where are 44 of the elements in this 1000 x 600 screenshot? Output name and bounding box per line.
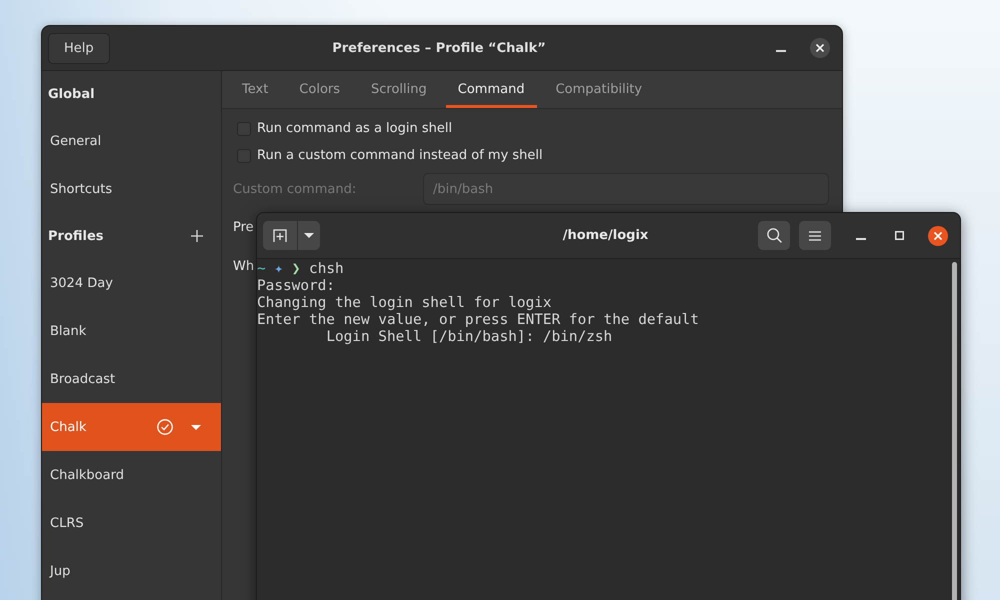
caret-down-icon [304, 233, 314, 238]
tab[interactable]: Scrolling [359, 71, 439, 108]
close-icon[interactable] [810, 38, 830, 58]
sidebar-item[interactable]: Shortcuts [42, 165, 221, 213]
caret-down-icon[interactable] [191, 424, 201, 430]
checkbox-label: Run a custom command instead of my shell [257, 148, 543, 163]
window-title: Preferences – Profile “Chalk” [332, 40, 546, 56]
terminal-output-line: Enter the new value, or press ENTER for the default [257, 312, 699, 329]
dropdown-button[interactable] [298, 221, 320, 250]
tab[interactable]: Colors [287, 71, 352, 108]
terminal-output-line: Login Shell [/bin/bash]: /bin/zsh [325, 329, 612, 346]
checkbox-label: Run command as a login shell [257, 121, 452, 136]
sidebar-item[interactable]: Jup [42, 547, 221, 595]
field-label: Pre [233, 220, 254, 234]
menu-button[interactable] [799, 221, 831, 250]
sidebar-item[interactable]: CLRS [42, 499, 221, 547]
close-icon[interactable] [928, 226, 948, 246]
new-tab-button[interactable] [263, 221, 297, 250]
tab[interactable]: Compatibility [544, 71, 654, 108]
add-icon[interactable] [191, 230, 203, 242]
menu-icon [809, 230, 821, 240]
sidebar-item[interactable]: Blank [42, 307, 221, 355]
tab[interactable]: Command [446, 71, 537, 108]
field-label: Custom command: [233, 182, 358, 196]
sidebar-item[interactable]: Chalkboard [42, 451, 221, 499]
search-button[interactable] [758, 221, 790, 250]
field-label: Wh [233, 258, 254, 274]
tab[interactable]: Text [230, 71, 280, 108]
search-icon [766, 228, 782, 243]
sidebar-item[interactable]: 3024 Day [42, 259, 221, 307]
terminal-output-line: Password: [257, 278, 335, 295]
prompt-line: ~ ✦ ❯ chsh [257, 261, 344, 278]
section-heading: Global [48, 86, 95, 102]
sidebar-item[interactable]: Chalk [42, 403, 221, 451]
tab-plus-icon [273, 229, 287, 242]
section-heading: Profiles [48, 228, 104, 244]
scrollbar[interactable] [952, 262, 957, 600]
window-title: /home/logix [562, 228, 648, 243]
sidebar-item[interactable]: Broadcast [42, 355, 221, 403]
help-button[interactable]: Help [48, 32, 110, 64]
minimize-icon[interactable] [856, 238, 866, 240]
sidebar-item[interactable]: General [42, 117, 221, 165]
maximize-icon[interactable] [895, 231, 904, 240]
terminal-output-line: Changing the login shell for logix [257, 295, 552, 312]
